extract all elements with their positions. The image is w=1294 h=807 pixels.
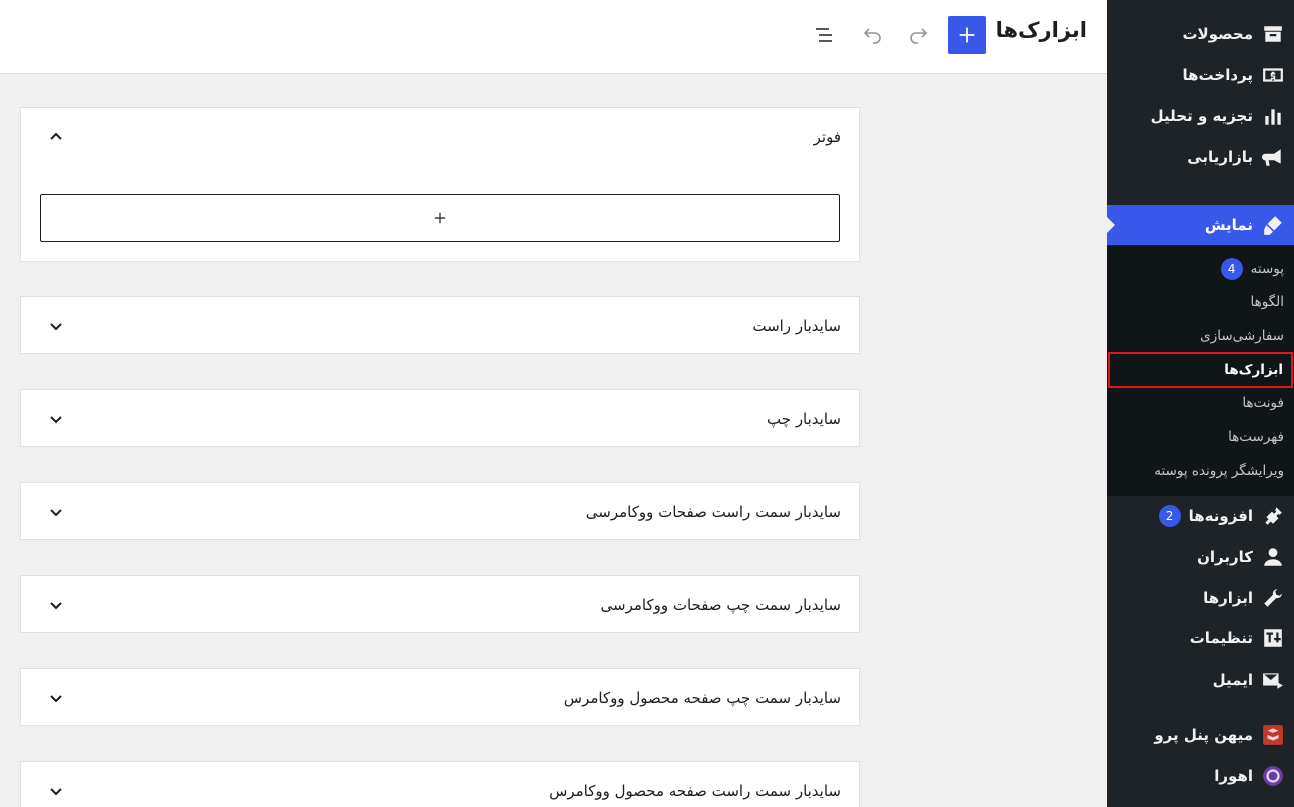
chevron-down-icon[interactable] xyxy=(47,503,65,521)
appearance-submenu: پوسته 4 الگوها سفارشی‌سازی ابزارک‌ها فون… xyxy=(1107,246,1294,496)
update-count-badge: 4 xyxy=(1220,258,1243,280)
menu-item-appearance[interactable]: نمایش xyxy=(1107,205,1294,245)
menu-item-products[interactable]: محصولات xyxy=(1107,14,1294,54)
panel-title[interactable]: سایدبار سمت چپ صفحات ووکامرسی xyxy=(601,596,842,614)
wrench-icon xyxy=(1261,586,1285,610)
panel-title[interactable]: سایدبار سمت چپ صفحه محصول ووکامرس xyxy=(564,689,841,707)
chart-bar-icon xyxy=(1261,104,1285,128)
redo-icon xyxy=(910,28,928,44)
update-count-badge: 2 xyxy=(1158,505,1181,527)
submenu-item-widgets[interactable]: ابزارک‌ها xyxy=(1108,352,1293,388)
user-icon xyxy=(1261,545,1285,569)
widget-area-footer: فوتر xyxy=(20,107,860,262)
menu-item-users[interactable]: کاربران xyxy=(1107,537,1294,577)
megaphone-icon xyxy=(1261,145,1285,169)
chevron-down-icon[interactable] xyxy=(47,410,65,428)
email-icon xyxy=(1261,668,1285,692)
mihanpanel-icon xyxy=(1261,723,1285,747)
widget-area-product-right[interactable]: سایدبار سمت راست صفحه محصول ووکامرس xyxy=(20,761,860,807)
redo-button[interactable] xyxy=(902,18,936,52)
submenu-label: ابزارک‌ها xyxy=(1224,362,1283,378)
archive-icon xyxy=(1261,22,1285,46)
add-block-button[interactable] xyxy=(948,16,986,54)
settings-icon xyxy=(1261,626,1285,650)
menu-label: تجزیه و تحلیل xyxy=(1150,107,1253,125)
menu-label: کاربران xyxy=(1197,548,1253,566)
submenu-label: سفارشی‌سازی xyxy=(1200,328,1284,344)
menu-item-marketing[interactable]: بازاریابی xyxy=(1107,137,1294,177)
submenu-label: پوسته xyxy=(1250,261,1284,277)
widget-area-woo-right[interactable]: سایدبار سمت راست صفحات ووکامرسی xyxy=(20,482,860,540)
menu-label: ابزارها xyxy=(1203,589,1253,607)
submenu-item-patterns[interactable]: الگوها xyxy=(1107,285,1294,319)
menu-item-plugins[interactable]: افزونه‌ها 2 xyxy=(1107,496,1294,536)
list-view-button[interactable] xyxy=(807,18,841,52)
money-icon xyxy=(1261,63,1285,87)
menu-item-settings[interactable]: تنظیمات xyxy=(1107,618,1294,658)
submenu-item-fonts[interactable]: فونت‌ها xyxy=(1107,386,1294,420)
submenu-label: الگوها xyxy=(1250,294,1284,310)
chevron-down-icon[interactable] xyxy=(47,317,65,335)
admin-sidebar: محصولات پرداخت‌ها تجزیه و تحلیل بازاریاب… xyxy=(1107,0,1294,807)
widget-area-left-sidebar[interactable]: سایدبار چپ xyxy=(20,389,860,447)
submenu-label: فهرست‌ها xyxy=(1228,429,1284,445)
ahura-icon xyxy=(1261,764,1285,788)
paintbrush-icon xyxy=(1261,213,1285,237)
menu-label: پرداخت‌ها xyxy=(1182,66,1253,84)
submenu-item-theme-editor[interactable]: ویرایشگر پرونده پوسته xyxy=(1107,454,1294,488)
menu-item-payments[interactable]: پرداخت‌ها xyxy=(1107,55,1294,95)
chevron-down-icon[interactable] xyxy=(47,782,65,800)
menu-item-analytics[interactable]: تجزیه و تحلیل xyxy=(1107,96,1294,136)
panel-title[interactable]: سایدبار سمت راست صفحات ووکامرسی xyxy=(586,503,841,521)
plugin-icon xyxy=(1261,504,1285,528)
widget-area-right-sidebar[interactable]: سایدبار راست xyxy=(20,296,860,354)
panel-title[interactable]: سایدبار چپ xyxy=(767,410,841,428)
menu-label: میهن پنل پرو xyxy=(1154,726,1253,744)
submenu-label: فونت‌ها xyxy=(1242,395,1284,411)
plus-icon xyxy=(434,212,446,224)
widget-area-woo-left[interactable]: سایدبار سمت چپ صفحات ووکامرسی xyxy=(20,575,860,633)
menu-item-ahura[interactable]: اهورا xyxy=(1107,756,1294,796)
menu-item-email[interactable]: ایمیل xyxy=(1107,660,1294,700)
submenu-item-customize[interactable]: سفارشی‌سازی xyxy=(1107,319,1294,353)
chevron-down-icon[interactable] xyxy=(47,596,65,614)
menu-label: اهورا xyxy=(1214,767,1253,785)
chevron-down-icon[interactable] xyxy=(47,689,65,707)
submenu-item-themes[interactable]: پوسته 4 xyxy=(1107,252,1294,286)
menu-item-mihanpanel[interactable]: میهن پنل پرو xyxy=(1107,715,1294,755)
list-view-icon xyxy=(816,28,832,42)
undo-icon xyxy=(863,28,881,44)
undo-button[interactable] xyxy=(855,18,889,52)
menu-label: نمایش xyxy=(1204,216,1253,234)
editor-header: ابزارک‌ها xyxy=(0,0,1107,74)
page-title: ابزارک‌ها xyxy=(995,18,1087,42)
widget-area-product-left[interactable]: سایدبار سمت چپ صفحه محصول ووکامرس xyxy=(20,668,860,726)
menu-label: تنظیمات xyxy=(1189,629,1253,647)
menu-label: بازاریابی xyxy=(1187,148,1253,166)
menu-label: ایمیل xyxy=(1212,671,1253,689)
menu-item-tools[interactable]: ابزارها xyxy=(1107,578,1294,618)
menu-label: محصولات xyxy=(1182,25,1253,43)
menu-label: افزونه‌ها xyxy=(1188,507,1253,525)
panel-title[interactable]: سایدبار راست xyxy=(752,317,841,335)
submenu-item-menus[interactable]: فهرست‌ها xyxy=(1107,420,1294,454)
panel-title[interactable]: سایدبار سمت راست صفحه محصول ووکامرس xyxy=(549,782,841,800)
plus-icon xyxy=(959,27,975,43)
chevron-up-icon[interactable] xyxy=(47,128,65,146)
add-block-appender[interactable] xyxy=(40,194,840,242)
submenu-label: ویرایشگر پرونده پوسته xyxy=(1154,463,1284,479)
panel-title[interactable]: فوتر xyxy=(814,128,841,146)
